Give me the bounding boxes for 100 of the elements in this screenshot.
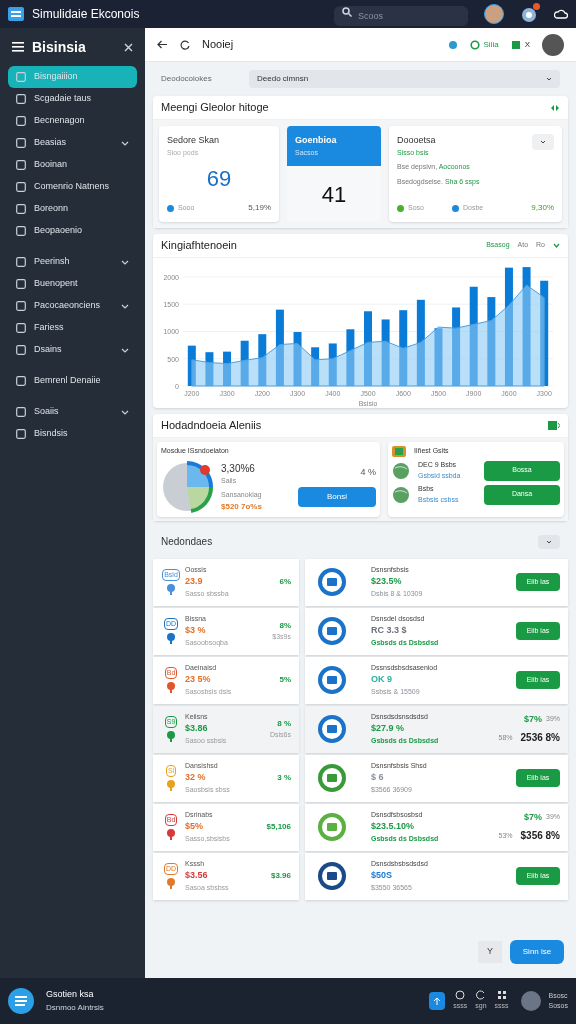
nav-icon — [16, 94, 26, 104]
percent-value: 5% — [279, 674, 291, 686]
cloud-icon[interactable] — [554, 7, 568, 21]
percent-value: $5,106 — [266, 821, 291, 833]
secondary-button[interactable]: Y — [478, 941, 502, 963]
toolbar-button[interactable]: Siiia — [469, 38, 499, 51]
sidebar-item[interactable]: Bemrenl Denaiie — [8, 370, 137, 392]
section-title: Kingiafhtenoein — [161, 238, 238, 254]
back-arrow-icon[interactable] — [157, 40, 168, 49]
product-price: RC 3.3 $ — [371, 624, 408, 638]
sidebar-item[interactable]: Dsains — [8, 339, 137, 361]
product-price: $3 % — [185, 624, 207, 638]
chevron-down-icon — [553, 243, 560, 248]
nav-icon — [16, 204, 26, 214]
sidebar-item[interactable]: Bisndsis — [8, 423, 137, 445]
card-title: Doooetsa — [397, 134, 437, 147]
chart-bar — [240, 340, 249, 386]
chart-bar — [328, 343, 337, 386]
folder-icon[interactable] — [548, 421, 560, 430]
percent-value: $3.96 — [270, 870, 291, 882]
product-price: 32 % — [185, 771, 207, 785]
chart-bar — [311, 347, 320, 386]
product-icon — [317, 714, 347, 744]
product-price: $ 6 — [371, 771, 385, 785]
legend-dot-icon — [167, 204, 174, 212]
app-title: Simulidaie Ekconois — [32, 6, 141, 23]
chevron-down-icon — [546, 539, 552, 544]
refresh-icon[interactable] — [180, 39, 190, 50]
product-price: 23 5% — [185, 673, 212, 687]
product-price: OK 9 — [371, 673, 393, 687]
status-button[interactable] — [429, 992, 446, 1010]
stat-value: $356 8% — [520, 829, 560, 844]
product-icon — [317, 812, 347, 842]
chat-icon — [8, 988, 34, 1014]
chevron-down-icon — [121, 140, 129, 146]
globe-icon — [392, 485, 410, 504]
percent-value: 4 % — [360, 465, 376, 479]
user-avatar[interactable] — [520, 991, 541, 1011]
nav-icon — [16, 226, 26, 236]
sidebar-item[interactable]: Comenrio Natnens — [8, 176, 137, 198]
sidebar-item[interactable]: Boreonn — [8, 198, 137, 220]
card-icon — [392, 446, 406, 457]
chart-bar — [223, 351, 232, 386]
chart-bar — [381, 319, 390, 386]
app-logo-icon — [8, 7, 24, 21]
sidebar-item[interactable]: Becnenagon — [8, 110, 137, 132]
user-avatar[interactable] — [484, 4, 504, 24]
nav-icon — [16, 429, 26, 439]
sidebar-item[interactable]: Fariess — [8, 317, 137, 339]
product-price: $23.5.10% — [371, 820, 416, 834]
legend-dot-icon — [397, 204, 404, 212]
product-price: $27.9 % — [371, 722, 406, 736]
status-subtitle: Dsnmoo Aintrsis — [46, 1001, 105, 1014]
sidebar-item[interactable]: Buenopent — [8, 273, 137, 295]
section-title: Meengi Gleolor hitoge — [161, 100, 270, 116]
status-title: Gsotien ksa — [46, 988, 95, 1002]
product-icon — [317, 567, 347, 597]
change-value: 5,19% — [248, 202, 271, 214]
chart-bar — [205, 352, 214, 386]
filter-dropdown[interactable]: Deedo cimnsn — [249, 70, 560, 88]
change-value: 9,30% — [531, 202, 554, 214]
menu-icon[interactable] — [12, 42, 24, 52]
sidebar-item[interactable]: Beasias — [8, 132, 137, 154]
sidebar-item[interactable]: Booinan — [8, 154, 137, 176]
sidebar-item[interactable]: Peerinsh — [8, 251, 137, 273]
product-price: $50S — [371, 869, 394, 883]
percent-value: 3 % — [277, 772, 291, 784]
nav-icon — [16, 138, 26, 148]
primary-button[interactable]: Sinn ise — [510, 940, 564, 964]
product-price: $23.5% — [371, 575, 403, 589]
sidebar-item[interactable]: Pacocaeonciens — [8, 295, 137, 317]
collapse-icon[interactable] — [124, 42, 133, 52]
expand-icon[interactable] — [550, 103, 560, 112]
globe-icon — [392, 461, 410, 480]
chevron-down-icon — [121, 303, 129, 309]
toolbar-button[interactable]: X — [510, 38, 530, 51]
nav-icon — [16, 407, 26, 417]
spreadsheet-icon — [510, 39, 521, 50]
sidebar-item[interactable]: Beopaoenio — [8, 220, 137, 242]
action-button[interactable]: Bonsi — [298, 487, 376, 508]
sidebar-item[interactable]: Scgadaie taus — [8, 88, 137, 110]
search-field[interactable]: Scoos — [334, 6, 468, 26]
stat-value: $7% — [523, 712, 542, 726]
nav-icon — [16, 301, 26, 311]
card-title: Goenbioa — [295, 134, 338, 147]
user-avatar[interactable] — [542, 33, 564, 56]
product-price: $3.56 — [185, 869, 209, 883]
nav-icon — [16, 279, 26, 289]
nav-icon — [16, 72, 26, 82]
percent-value: 8% — [279, 619, 291, 632]
product-icon — [317, 616, 347, 646]
section-title: Nedondaes — [161, 535, 214, 549]
sidebar-item[interactable]: Soaiis — [8, 401, 137, 423]
alert-value: 3,30%6 — [221, 461, 256, 476]
legend-dot-icon — [452, 204, 459, 212]
search-icon — [342, 7, 352, 17]
sidebar-title: Bisinsia — [32, 37, 87, 57]
nav-icon — [16, 116, 26, 126]
chart-bar — [258, 334, 267, 386]
nav-icon — [16, 345, 26, 355]
